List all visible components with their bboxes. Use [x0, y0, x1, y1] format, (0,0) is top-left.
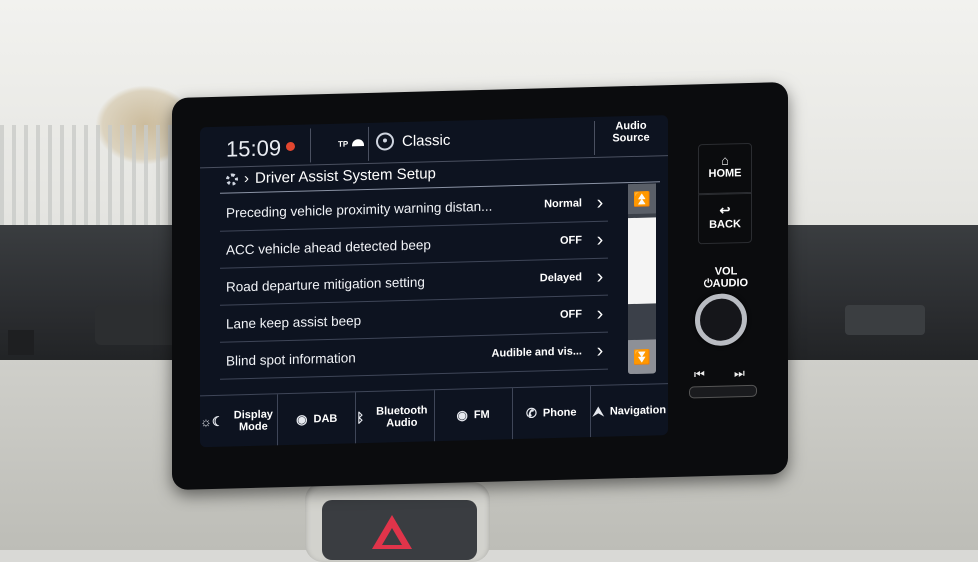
home-label: HOME	[708, 167, 742, 181]
setting-label: Blind spot information	[226, 349, 356, 369]
setting-label: Road departure mitigation setting	[226, 273, 425, 295]
navigation-icon: ⮝	[592, 403, 604, 420]
tab-dab[interactable]: ◉ DAB	[278, 392, 357, 447]
chevron-right-icon: ›	[244, 170, 249, 188]
infotainment-unit: 15:09 TP Classic Audio Source › Driver A…	[172, 81, 788, 491]
setting-label: Lane keep assist beep	[226, 312, 362, 332]
tab-label: Navigation	[609, 404, 667, 418]
chevron-right-icon: ›	[596, 228, 604, 251]
tab-label: DAB	[313, 412, 338, 426]
scrollbar[interactable]: ⏫ ⏬	[628, 183, 656, 375]
passenger-airbag-indicator	[8, 330, 34, 355]
divider	[310, 128, 311, 163]
back-label: BACK	[709, 218, 741, 232]
radio-icon: ◉	[456, 407, 468, 423]
back-button[interactable]: ↩ BACK	[698, 192, 752, 245]
power-icon: ⏻	[703, 277, 713, 291]
air-vent-right[interactable]	[845, 305, 925, 335]
scroll-top-button[interactable]: ⏫	[628, 183, 656, 215]
tab-bluetooth-audio[interactable]: ᛒ Bluetooth Audio	[356, 390, 435, 445]
back-arrow-icon: ↩	[719, 202, 731, 218]
volume-knob[interactable]	[695, 293, 747, 347]
chevron-right-icon: ›	[596, 339, 604, 362]
breadcrumb: › Driver Assist System Setup	[226, 165, 436, 187]
scrollbar-thumb[interactable]	[628, 217, 656, 305]
chevron-right-icon: ›	[596, 302, 604, 325]
vol-text: VOL	[714, 265, 738, 278]
bluetooth-icon: ᛒ	[356, 410, 365, 426]
setting-label: ACC vehicle ahead detected beep	[226, 236, 431, 258]
home-button[interactable]: ⌂ HOME	[698, 142, 752, 195]
tab-phone[interactable]: ✆ Phone	[512, 386, 591, 441]
double-chevron-down-icon: ⏬	[633, 348, 651, 365]
double-chevron-up-icon: ⏫	[633, 190, 651, 207]
scroll-bottom-button[interactable]: ⏬	[628, 339, 656, 375]
station-name: Classic	[402, 131, 451, 151]
skip-back-button[interactable]: ⏮	[694, 367, 705, 382]
tab-label: Phone	[542, 406, 577, 420]
setting-value: OFF	[560, 308, 582, 321]
page-title: Driver Assist System Setup	[255, 165, 436, 187]
status-bar: 15:09 TP Classic Audio Source	[200, 115, 668, 169]
divider	[594, 120, 595, 156]
traffic-program-label: TP	[338, 139, 349, 149]
settings-gear-icon[interactable]	[226, 172, 238, 186]
tab-display-mode[interactable]: ☼☾ Display Mode	[200, 394, 279, 448]
hazard-icon-inner	[382, 528, 402, 545]
radio-icon: ◉	[296, 411, 308, 427]
chevron-right-icon: ›	[596, 265, 604, 288]
setting-value: Normal	[544, 197, 582, 211]
tab-fm[interactable]: ◉ FM	[434, 388, 513, 443]
skip-forward-button[interactable]: ⏭	[734, 366, 745, 381]
phone-icon: ✆	[526, 405, 537, 421]
setting-value: Audible and vis...	[491, 345, 582, 360]
setting-value: OFF	[560, 234, 582, 247]
tab-label: Display Mode	[233, 408, 273, 434]
audio-text: AUDIO	[712, 276, 749, 290]
tab-navigation[interactable]: ⮝ Navigation	[591, 384, 668, 438]
setting-value: Delayed	[539, 271, 582, 285]
tab-label: FM	[473, 408, 490, 422]
divider	[368, 126, 369, 161]
tab-label: Bluetooth Audio	[376, 404, 428, 430]
chevron-right-icon: ›	[596, 191, 604, 214]
touch-slider[interactable]	[689, 384, 757, 399]
touchscreen: 15:09 TP Classic Audio Source › Driver A…	[200, 115, 668, 448]
signal-icon	[352, 139, 364, 147]
audio-source-button[interactable]: Audio Source	[596, 119, 666, 145]
source-bar: ☼☾ Display Mode ◉ DAB ᛒ Bluetooth Audio …	[200, 383, 668, 448]
settings-list: Preceding vehicle proximity warning dist…	[220, 184, 608, 380]
home-icon: ⌂	[721, 152, 729, 168]
display-mode-icon: ☼☾	[200, 413, 224, 430]
radio-station-icon	[376, 132, 394, 151]
setting-label: Preceding vehicle proximity warning dist…	[226, 198, 493, 221]
notification-dot-icon	[286, 141, 295, 152]
volume-label: VOL ⏻AUDIO	[696, 265, 756, 291]
background-fence	[0, 125, 200, 235]
clock: 15:09	[226, 135, 282, 162]
